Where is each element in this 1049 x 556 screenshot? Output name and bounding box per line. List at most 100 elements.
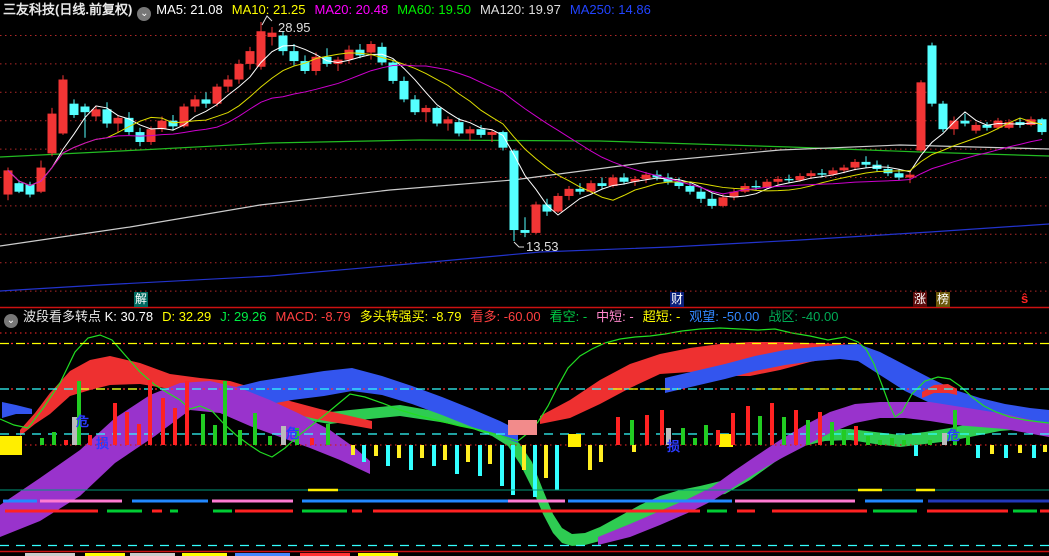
indicator-readout: MACD: -8.79 <box>275 309 351 324</box>
candle-body <box>91 109 101 117</box>
divider-tag-财[interactable]: 财 <box>670 292 685 307</box>
hist-bar <box>533 445 537 497</box>
hist-bar <box>1018 445 1022 453</box>
indicator-readout: 观望: -50.00 <box>689 309 760 324</box>
candle-body <box>102 109 112 124</box>
hist-bar <box>794 410 798 445</box>
risk-marker-text: 损 <box>96 436 109 451</box>
indicator-header: ⌄ 波段看多转点 K: 30.78 D: 32.29 J: 29.26 MACD: -8… <box>0 308 1049 328</box>
hist-bar <box>1043 445 1047 452</box>
hist-bar <box>386 445 390 466</box>
candle-body <box>190 99 200 107</box>
signal-dash-segment <box>508 499 565 503</box>
candle-body <box>641 174 651 179</box>
signal-dash-segment <box>107 509 142 513</box>
candle-body <box>201 99 211 104</box>
ribbon-purple-band-right <box>598 402 1049 545</box>
hist-bar <box>432 445 436 466</box>
hist-bar <box>362 445 366 462</box>
yellow-square-mid <box>568 434 581 447</box>
hist-bar <box>466 445 470 462</box>
chevron-down-icon[interactable]: ⌄ <box>137 7 152 21</box>
hist-bar <box>238 430 242 445</box>
hist-bar <box>351 445 355 455</box>
hist-bar <box>310 438 314 445</box>
signal-dash-segment <box>735 499 855 503</box>
hist-bar <box>830 422 834 445</box>
candle-body <box>179 106 189 127</box>
hist-bar <box>914 445 918 456</box>
salmon-signal-box <box>508 420 537 435</box>
candle-body <box>938 103 948 130</box>
candle-body <box>69 103 79 116</box>
hist-bar <box>966 436 970 445</box>
risk-marker-text: 危 <box>76 414 89 429</box>
candle-body <box>916 82 926 151</box>
candle-body <box>443 119 453 124</box>
candle-body <box>421 107 431 113</box>
candle-body <box>817 173 827 175</box>
hist-bar <box>616 417 620 445</box>
hist-bar <box>1032 445 1036 458</box>
hist-bar <box>976 445 980 458</box>
candle-body <box>300 61 310 71</box>
indicator-readout: 多头转强买: -8.79 <box>359 309 462 324</box>
ribbon-blue-wedge-left <box>2 402 32 418</box>
hist-bar <box>500 445 504 486</box>
divider-tag-榜[interactable]: 榜 <box>936 292 951 307</box>
hist-bar <box>866 436 870 445</box>
signal-dash-segment <box>3 499 37 503</box>
risk-marker-text: 损 <box>667 439 680 454</box>
chevron-down-icon[interactable]: ⌄ <box>4 314 18 328</box>
candle-body <box>223 79 233 87</box>
dollar-tag[interactable]: ŝ <box>1021 291 1028 306</box>
hist-bar <box>488 445 492 464</box>
signal-dash-segment <box>772 509 867 513</box>
annotation-leader <box>513 241 524 248</box>
hist-bar <box>77 381 81 445</box>
hist-bar <box>716 430 720 445</box>
candle-body <box>784 178 794 181</box>
signal-dash-segment <box>1040 509 1049 513</box>
hist-bar <box>1004 445 1008 458</box>
indicator-readout: D: 32.29 <box>162 309 212 324</box>
candle-body <box>575 188 585 192</box>
hist-bar <box>902 440 906 445</box>
divider-tag-解[interactable]: 解 <box>134 292 149 307</box>
candle-body <box>476 129 486 135</box>
candle-body <box>289 51 299 62</box>
hist-bar <box>213 425 217 445</box>
hist-bar <box>173 408 177 445</box>
candle-body <box>850 161 860 168</box>
ma-readout: MA120: 19.97 <box>479 2 561 17</box>
indicator-readout: 看多: -60.00 <box>470 309 541 324</box>
indicator-readout: 看空: - <box>549 309 588 324</box>
hist-bar <box>746 406 750 445</box>
candle-body <box>619 177 629 182</box>
hist-bar <box>818 412 822 445</box>
candle-body <box>399 80 409 100</box>
candle-body <box>487 132 497 135</box>
divider-tag-涨[interactable]: 涨 <box>913 292 928 307</box>
indicator-title: 波段看多转点 <box>23 309 102 324</box>
candle-body <box>113 117 123 124</box>
signal-dash-segment <box>132 499 208 503</box>
hist-bar <box>420 445 424 458</box>
hist-bar <box>660 410 664 445</box>
hist-bar <box>758 416 762 445</box>
hist-bar <box>681 428 685 445</box>
candle-body <box>1037 119 1047 133</box>
candle-body <box>58 79 68 134</box>
hist-bar <box>522 445 526 470</box>
chart-canvas[interactable]: 28.9513.53危损危损危 <box>0 0 1049 556</box>
signal-dash-segment <box>302 499 508 503</box>
signal-dash-segment <box>212 499 293 503</box>
signal-dash-segment <box>737 509 755 513</box>
candle-body <box>80 106 90 113</box>
indicator-readout: 战区: -40.00 <box>768 309 839 324</box>
candle-body <box>36 167 46 192</box>
signal-dash-segment <box>40 499 122 503</box>
hist-bar <box>782 417 786 445</box>
hist-bar <box>397 445 401 458</box>
candle-body <box>773 178 783 182</box>
